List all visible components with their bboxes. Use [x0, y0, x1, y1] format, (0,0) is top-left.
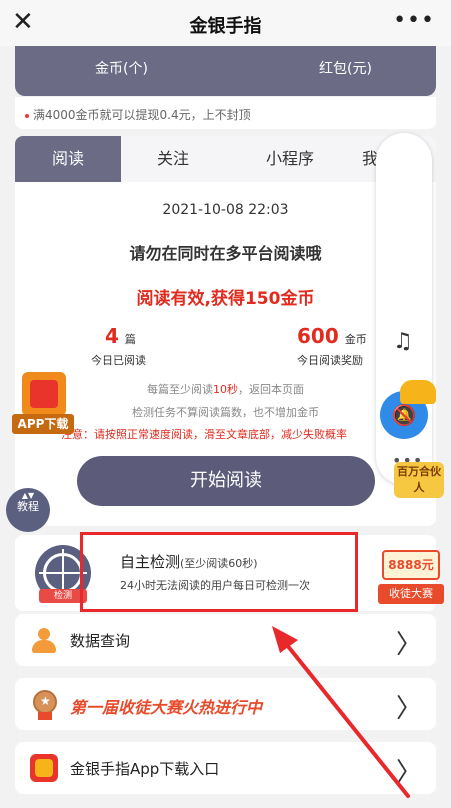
tab-read[interactable]: 阅读: [15, 136, 121, 182]
gold-count-label: 今日阅读奖励: [297, 354, 363, 367]
rule1-red: 10秒: [213, 383, 238, 396]
prize-label: 收徒大赛: [378, 584, 444, 604]
medal-icon: ★: [30, 688, 60, 720]
read-count-label: 今日已阅读: [91, 354, 146, 367]
chevron-right-icon: 〉: [395, 694, 422, 724]
notice-text: 满4000金币就可以提现0.4元，上不封顶: [33, 108, 251, 122]
menu-item-label: 第一届收徒大赛火热进行中: [70, 698, 263, 717]
page-title: 金银手指: [189, 16, 262, 37]
reward-text: 阅读有效,获得150金币: [136, 289, 315, 309]
menu-item-label: 金银手指App下载入口: [70, 760, 220, 778]
rule-min-time: 每篇至少阅读10秒，返回本页面: [15, 381, 436, 397]
top-bar: ✕ 金银手指 •••: [0, 0, 451, 46]
rule1-post: ，返回本页面: [238, 383, 304, 396]
app-download-label: APP下载: [12, 414, 74, 434]
platform-warning: 请勿在同时在多平台阅读哦: [129, 244, 322, 263]
prize-amount: 8888元: [382, 550, 440, 580]
gold-count-value: 600: [297, 324, 339, 348]
start-reading-button[interactable]: 开始阅读: [77, 456, 375, 506]
up-down-icon: ▲▼: [21, 491, 35, 500]
chevron-right-icon: 〉: [395, 630, 422, 660]
partner-badge[interactable]: 百万合伙人: [394, 380, 444, 498]
app-download-badge[interactable]: APP下载: [12, 372, 74, 436]
menu-item-data-query[interactable]: 数据查询 〉: [15, 614, 436, 666]
tutorial-label: 教程: [17, 500, 39, 513]
prize-badge[interactable]: 8888元 收徒大赛: [378, 550, 444, 604]
redpacket-label: 红包(元): [319, 61, 372, 77]
chevron-right-icon: 〉: [395, 758, 422, 788]
rule-check-task: 检测任务不算阅读篇数，也不增加金币: [132, 406, 319, 419]
partner-label: 百万合伙人: [394, 462, 444, 498]
bullet-dot: [25, 113, 29, 118]
read-count: 4篇: [105, 324, 136, 348]
withdraw-notice: 满4000金币就可以提现0.4元，上不封顶: [15, 97, 436, 129]
tab-bar: 阅读 关注 小程序 我: [15, 136, 436, 182]
tab-miniprogram[interactable]: 小程序: [240, 136, 340, 182]
read-count-unit: 篇: [124, 333, 136, 346]
stats-card: 金币(个) 红包(元): [15, 46, 436, 96]
music-off-icon[interactable]: ♫: [393, 329, 413, 354]
more-icon[interactable]: •••: [393, 8, 435, 33]
rule-attention: 注意：请按照正常速度阅读，滑至文章底部，减少失败概率: [61, 428, 347, 441]
menu-item-label: 数据查询: [70, 632, 131, 650]
reading-panel: 阅读 关注 小程序 我 2021-10-08 22:03 请勿在同时在多平台阅读…: [15, 136, 436, 526]
rule1-pre: 每篇至少阅读: [147, 383, 213, 396]
tab-follow[interactable]: 关注: [125, 136, 221, 182]
gold-count-unit: 金币: [344, 333, 367, 346]
menu-item-app-download[interactable]: 金银手指App下载入口 〉: [15, 742, 436, 794]
read-count-value: 4: [105, 324, 119, 348]
datetime: 2021-10-08 22:03: [162, 202, 289, 218]
highlight-box: [80, 532, 358, 612]
gold-count: 600 金币: [297, 324, 367, 348]
menu-item-contest[interactable]: ★ 第一届收徒大赛火热进行中 〉: [15, 678, 436, 730]
app-icon: [30, 754, 58, 782]
gift-icon: [400, 380, 436, 404]
gold-label: 金币(个): [95, 61, 148, 77]
tutorial-button[interactable]: ▲▼ 教程: [6, 488, 50, 532]
user-data-icon: [30, 626, 58, 654]
app-box-icon: [22, 372, 66, 416]
